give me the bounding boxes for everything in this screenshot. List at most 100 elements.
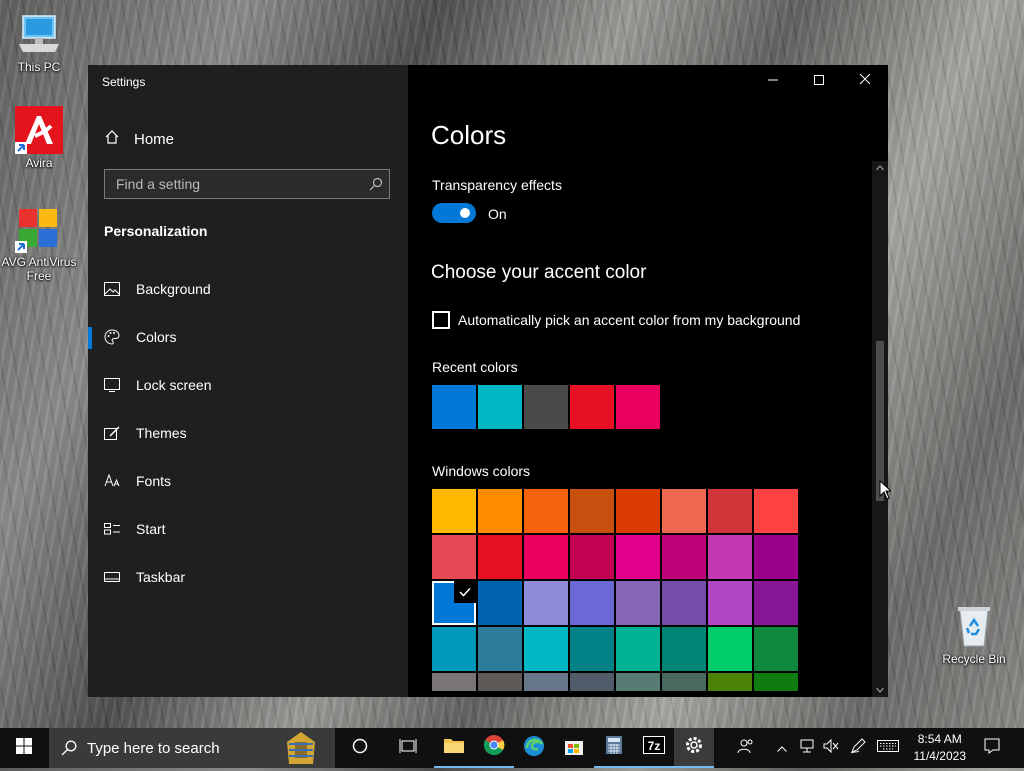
windows-color-swatch[interactable] xyxy=(524,535,568,579)
windows-color-swatch[interactable] xyxy=(570,581,614,625)
windows-color-swatch[interactable] xyxy=(662,627,706,671)
pen-workspace-button[interactable] xyxy=(846,728,870,768)
recent-color-swatch[interactable] xyxy=(478,385,522,429)
transparency-toggle[interactable] xyxy=(432,203,476,223)
clock-date: 11/4/2023 xyxy=(913,749,967,763)
auto-pick-option[interactable]: Automatically pick an accent color from … xyxy=(432,311,800,329)
windows-color-swatch[interactable] xyxy=(524,627,568,671)
minimize-button[interactable] xyxy=(750,65,796,97)
calculator-button[interactable] xyxy=(594,728,634,768)
windows-color-swatch[interactable] xyxy=(478,673,522,691)
windows-color-swatch[interactable] xyxy=(754,673,798,691)
scroll-thumb[interactable] xyxy=(876,341,884,501)
windows-color-swatch[interactable] xyxy=(432,535,476,579)
windows-color-swatch[interactable] xyxy=(754,581,798,625)
system-clock[interactable]: 8:54 AM 11/4/2023 xyxy=(914,731,967,765)
touch-keyboard-button[interactable] xyxy=(874,728,902,768)
store-icon xyxy=(564,736,584,761)
windows-color-swatch[interactable] xyxy=(432,673,476,691)
windows-color-swatch[interactable] xyxy=(524,673,568,691)
recent-color-swatch[interactable] xyxy=(570,385,614,429)
windows-color-swatch[interactable] xyxy=(754,627,798,671)
recent-color-swatch[interactable] xyxy=(524,385,568,429)
nav-item-colors[interactable]: Colors xyxy=(88,313,408,361)
file-explorer-button[interactable] xyxy=(434,728,474,768)
nav-item-themes[interactable]: Themes xyxy=(88,409,408,457)
windows-color-swatch[interactable] xyxy=(708,489,752,533)
task-view-button[interactable] xyxy=(388,728,428,768)
auto-pick-checkbox[interactable] xyxy=(432,311,450,329)
accent-heading: Choose your accent color xyxy=(431,262,647,283)
windows-color-swatch[interactable] xyxy=(662,581,706,625)
windows-color-swatch[interactable] xyxy=(432,489,476,533)
desktop-icon-recycle-bin[interactable]: Recycle Bin xyxy=(935,602,1013,666)
people-button[interactable] xyxy=(732,728,760,768)
find-setting-input[interactable]: Find a setting xyxy=(104,169,390,199)
windows-color-swatch[interactable] xyxy=(570,489,614,533)
cortana-button[interactable] xyxy=(340,728,380,768)
nav-item-fonts[interactable]: Fonts xyxy=(88,457,408,505)
windows-color-swatch[interactable] xyxy=(570,535,614,579)
minimize-icon xyxy=(768,72,778,90)
nav-item-label: Start xyxy=(136,521,166,537)
volume-button[interactable] xyxy=(820,728,842,768)
network-button[interactable] xyxy=(796,728,818,768)
windows-color-swatch[interactable] xyxy=(662,489,706,533)
nav-item-label: Fonts xyxy=(136,473,172,489)
desktop-icon-avira[interactable]: Avira xyxy=(0,106,78,170)
windows-color-swatch[interactable] xyxy=(708,535,752,579)
recent-color-swatch[interactable] xyxy=(432,385,476,429)
nav-item-taskbar[interactable]: Taskbar xyxy=(88,553,408,601)
windows-color-swatch[interactable] xyxy=(570,673,614,691)
windows-color-swatch[interactable] xyxy=(708,581,752,625)
show-hidden-icons-button[interactable] xyxy=(772,728,792,768)
windows-color-swatch[interactable] xyxy=(708,673,752,691)
windows-color-swatch[interactable] xyxy=(754,535,798,579)
windows-color-swatch[interactable] xyxy=(478,489,522,533)
taskbar-search-box[interactable]: Type here to search xyxy=(49,728,335,768)
scroll-down-arrow-icon[interactable] xyxy=(872,683,888,697)
7zip-button[interactable]: 7z xyxy=(634,728,674,768)
windows-color-swatch[interactable] xyxy=(616,627,660,671)
windows-color-swatch[interactable] xyxy=(478,535,522,579)
windows-color-swatch[interactable] xyxy=(524,581,568,625)
scroll-up-arrow-icon[interactable] xyxy=(872,161,888,175)
windows-color-swatch[interactable] xyxy=(616,581,660,625)
windows-color-swatch[interactable] xyxy=(432,627,476,671)
content-scrollbar[interactable] xyxy=(872,161,888,697)
close-button[interactable] xyxy=(842,65,888,97)
recent-colors-row xyxy=(432,385,660,429)
windows-color-swatch[interactable] xyxy=(662,535,706,579)
store-button[interactable] xyxy=(554,728,594,768)
windows-color-swatch[interactable] xyxy=(432,581,476,625)
start-button[interactable] xyxy=(0,728,48,768)
windows-color-swatch[interactable] xyxy=(570,627,614,671)
windows-color-swatch[interactable] xyxy=(616,535,660,579)
windows-color-swatch[interactable] xyxy=(524,489,568,533)
edge-button[interactable] xyxy=(514,728,554,768)
windows-color-swatch[interactable] xyxy=(662,673,706,691)
settings-taskbar-button[interactable] xyxy=(674,728,714,768)
nav-item-background[interactable]: Background xyxy=(88,265,408,313)
action-center-button[interactable] xyxy=(976,728,1008,768)
home-label: Home xyxy=(134,130,175,148)
windows-color-swatch[interactable] xyxy=(708,627,752,671)
recent-color-swatch[interactable] xyxy=(616,385,660,429)
settings-sidebar: Settings Home Find a setting Personaliza… xyxy=(88,65,408,697)
transparency-state: On xyxy=(488,206,507,222)
windows-color-swatch[interactable] xyxy=(478,581,522,625)
home-link[interactable]: Home xyxy=(104,129,174,149)
windows-color-swatch[interactable] xyxy=(616,489,660,533)
maximize-button[interactable] xyxy=(796,65,842,97)
search-icon[interactable] xyxy=(363,177,389,191)
windows-color-swatch[interactable] xyxy=(754,489,798,533)
windows-color-swatch[interactable] xyxy=(478,627,522,671)
edge-icon xyxy=(523,735,545,762)
pen-icon xyxy=(850,737,866,759)
desktop-icon-avg[interactable]: AVG AntiVirus Free xyxy=(0,205,78,283)
chrome-button[interactable] xyxy=(474,728,514,768)
windows-color-swatch[interactable] xyxy=(616,673,660,691)
desktop-icon-this-pc[interactable]: This PC xyxy=(0,10,78,74)
nav-item-lock-screen[interactable]: Lock screen xyxy=(88,361,408,409)
nav-item-start[interactable]: Start xyxy=(88,505,408,553)
